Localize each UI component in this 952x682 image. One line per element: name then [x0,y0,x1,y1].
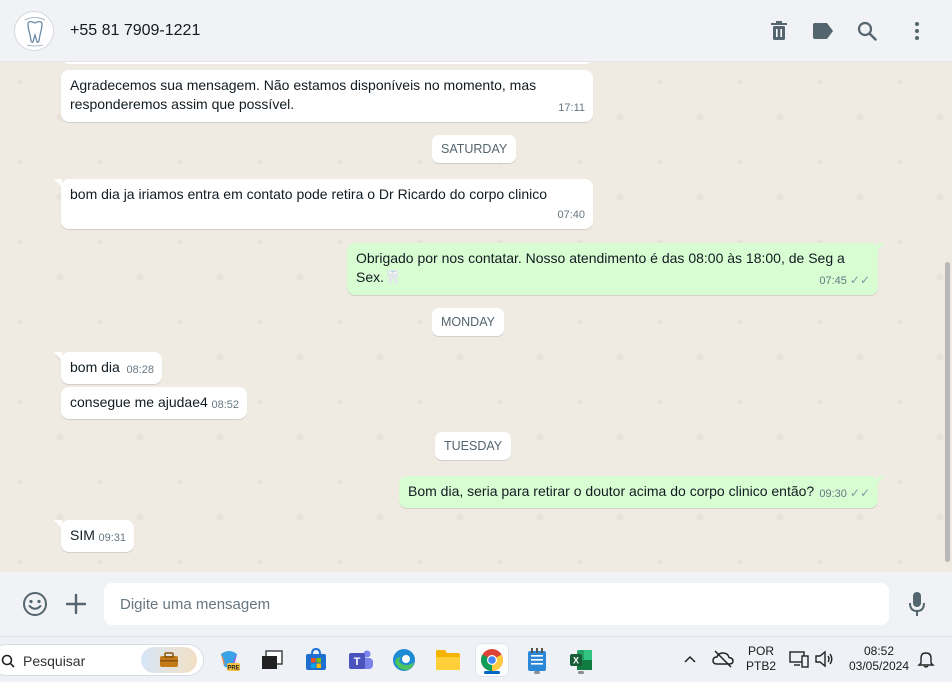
read-receipt-icon: ✓✓ [849,273,870,287]
taskbar-chrome[interactable] [476,644,508,676]
taskbar-teams[interactable]: T [345,644,377,676]
chat-area[interactable]: Agradecemos sua mensagem. Não estamos di… [0,62,952,572]
language-code: POR [747,644,774,658]
onedrive-offline-icon[interactable] [712,650,734,668]
message-meta: 07:45 ✓✓ [819,271,870,291]
chevron-up-icon[interactable] [682,651,698,667]
bubble-tail [54,352,62,360]
message-bubble-incoming[interactable]: bom dia ja iriamos entra em contato pode… [54,179,593,229]
message-bubble-previous [61,62,593,64]
contact-avatar[interactable] [14,11,54,51]
message-input[interactable] [104,583,889,625]
message-time: 08:28 [126,364,154,376]
bubble-tail [877,243,885,251]
delete-icon[interactable] [767,19,791,43]
read-receipt-icon: ✓✓ [849,486,870,500]
emoji-icon[interactable] [22,591,48,617]
windows-taskbar: Pesquisar PRE T X POR PTB2 08:52 03/05/2… [0,636,952,682]
taskbar-search-label: Pesquisar [23,653,86,669]
edge-icon [393,649,415,671]
day-separator: SATURDAY [432,135,517,163]
clock[interactable]: 08:52 03/05/2024 [844,644,914,674]
microphone-icon[interactable] [904,591,930,617]
bubble-tail [877,476,885,484]
message-text: Bom dia, seria para retirar o doutor aci… [408,483,815,499]
chat-header: +55 81 7909-1221 [0,0,952,62]
active-indicator [484,671,500,674]
volume-icon[interactable] [814,650,834,668]
taskbar-notepad[interactable] [521,644,553,676]
message-text: Agradecemos sua mensagem. Não estamos di… [70,77,537,112]
taskbar-edge[interactable] [388,644,420,676]
svg-text:PRE: PRE [227,666,239,672]
message-time: 07:40 [557,209,585,221]
excel-icon: X [570,650,592,670]
teams-icon: T [349,650,373,669]
message-bubble-incoming[interactable]: consegue me ajudae4 08:52 [61,387,247,419]
bubble-tail [54,520,62,528]
running-indicator [534,671,540,674]
message-text: SIM [70,527,95,543]
store-icon [306,648,326,670]
message-time: 08:52 [211,399,239,411]
running-indicator [578,671,584,674]
label-icon[interactable] [811,19,835,43]
taskbar-microsoft-store[interactable] [300,644,332,676]
message-time: 07:45 [819,275,847,287]
message-text: consegue me ajudae4 [70,394,208,410]
briefcase-icon [160,652,178,667]
taskbar-copilot[interactable]: PRE [213,644,245,676]
taskbar-search-icon [1,654,15,668]
message-bubble-outgoing[interactable]: Bom dia, seria para retirar o doutor aci… [399,476,885,508]
message-bubble-incoming[interactable]: SIM 09:31 [54,520,134,552]
taskbar-excel[interactable]: X [565,644,597,676]
notepad-icon [528,648,546,671]
clock-date: 03/05/2024 [848,659,910,673]
clock-time: 08:52 [863,644,895,658]
task-view-icon [262,650,283,669]
notification-bell-icon[interactable] [917,650,935,668]
attach-plus-icon[interactable] [63,591,89,617]
menu-icon[interactable] [905,19,929,43]
language-indicator[interactable]: POR PTB2 [744,644,778,674]
message-meta: 09:30 ✓✓ [819,484,870,504]
search-icon[interactable] [855,19,879,43]
search-highlight-badge [141,647,197,673]
svg-text:X: X [573,656,579,666]
message-text: bom dia [70,359,120,375]
message-bubble-outgoing[interactable]: Obrigado por nos contatar. Nosso atendim… [347,243,885,295]
message-text: bom dia ja iriamos entra em contato pode… [70,186,548,202]
keyboard-layout: PTB2 [745,659,776,673]
message-time: 09:30 [819,488,847,500]
message-bubble-incoming[interactable]: Agradecemos sua mensagem. Não estamos di… [61,70,593,122]
day-separator: TUESDAY [435,432,512,460]
taskbar-file-explorer[interactable] [432,644,464,676]
taskbar-task-view[interactable] [256,644,288,676]
chrome-icon [481,649,503,671]
message-bubble-incoming[interactable]: bom dia 08:28 [54,352,162,384]
chat-scrollbar[interactable] [944,62,952,572]
network-icon[interactable] [789,650,809,668]
message-time: 09:31 [98,532,126,544]
message-time: 17:11 [558,102,585,114]
message-text: Obrigado por nos contatar. Nosso atendim… [356,250,845,285]
copilot-icon: PRE [221,651,240,672]
contact-name[interactable]: +55 81 7909-1221 [70,22,200,40]
compose-bar [0,572,952,636]
bubble-tail [54,179,62,187]
taskbar-search[interactable]: Pesquisar [0,644,204,676]
svg-text:T: T [354,656,361,668]
day-separator: MONDAY [432,308,504,336]
scrollbar-thumb[interactable] [945,262,950,562]
folder-icon [436,650,460,670]
